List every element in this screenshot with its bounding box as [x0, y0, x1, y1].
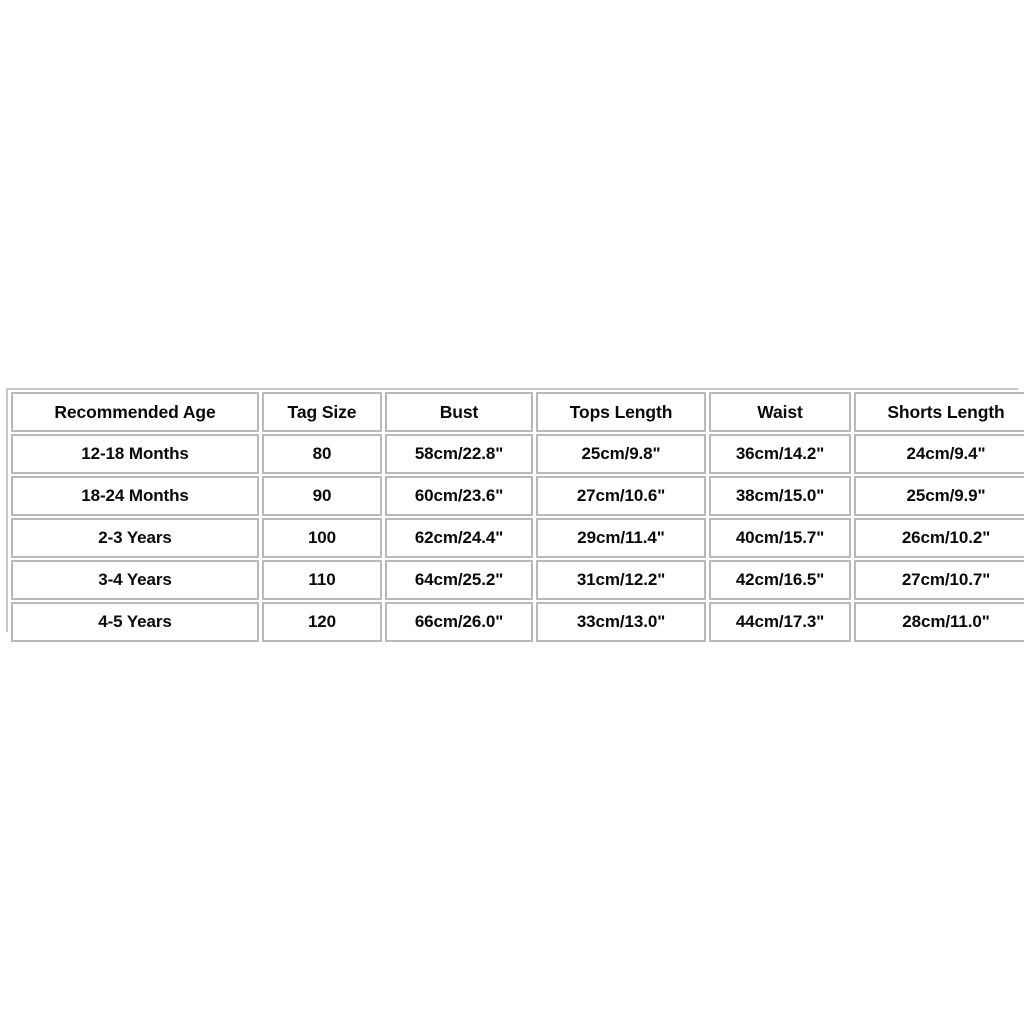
cell-shorts-length: 27cm/10.7" [854, 560, 1024, 600]
size-chart-table: Recommended Age Tag Size Bust Tops Lengt… [8, 390, 1024, 644]
column-header-waist: Waist [709, 392, 851, 432]
table-row: 18-24 Months 90 60cm/23.6" 27cm/10.6" 38… [11, 476, 1024, 516]
cell-shorts-length: 24cm/9.4" [854, 434, 1024, 474]
column-header-shorts-length: Shorts Length [854, 392, 1024, 432]
column-header-tag-size: Tag Size [262, 392, 382, 432]
cell-tag-size: 100 [262, 518, 382, 558]
cell-tag-size: 80 [262, 434, 382, 474]
cell-shorts-length: 28cm/11.0" [854, 602, 1024, 642]
table-row: 2-3 Years 100 62cm/24.4" 29cm/11.4" 40cm… [11, 518, 1024, 558]
cell-tops-length: 25cm/9.8" [536, 434, 706, 474]
table-row: 3-4 Years 110 64cm/25.2" 31cm/12.2" 42cm… [11, 560, 1024, 600]
cell-tag-size: 120 [262, 602, 382, 642]
cell-bust: 66cm/26.0" [385, 602, 533, 642]
table-header: Recommended Age Tag Size Bust Tops Lengt… [11, 392, 1024, 432]
column-header-bust: Bust [385, 392, 533, 432]
table-row: 4-5 Years 120 66cm/26.0" 33cm/13.0" 44cm… [11, 602, 1024, 642]
cell-recommended-age: 3-4 Years [11, 560, 259, 600]
size-chart-container: Recommended Age Tag Size Bust Tops Lengt… [6, 388, 1024, 644]
cell-recommended-age: 18-24 Months [11, 476, 259, 516]
cell-recommended-age: 2-3 Years [11, 518, 259, 558]
cell-waist: 40cm/15.7" [709, 518, 851, 558]
cell-tag-size: 110 [262, 560, 382, 600]
cell-waist: 44cm/17.3" [709, 602, 851, 642]
cell-tops-length: 31cm/12.2" [536, 560, 706, 600]
cell-waist: 36cm/14.2" [709, 434, 851, 474]
cell-bust: 60cm/23.6" [385, 476, 533, 516]
table-header-row: Recommended Age Tag Size Bust Tops Lengt… [11, 392, 1024, 432]
table-row: 12-18 Months 80 58cm/22.8" 25cm/9.8" 36c… [11, 434, 1024, 474]
cell-recommended-age: 12-18 Months [11, 434, 259, 474]
column-header-recommended-age: Recommended Age [11, 392, 259, 432]
table-body: 12-18 Months 80 58cm/22.8" 25cm/9.8" 36c… [11, 434, 1024, 642]
cell-tops-length: 33cm/13.0" [536, 602, 706, 642]
cell-tops-length: 29cm/11.4" [536, 518, 706, 558]
column-header-tops-length: Tops Length [536, 392, 706, 432]
cell-bust: 62cm/24.4" [385, 518, 533, 558]
cell-waist: 38cm/15.0" [709, 476, 851, 516]
cell-shorts-length: 26cm/10.2" [854, 518, 1024, 558]
cell-tops-length: 27cm/10.6" [536, 476, 706, 516]
cell-waist: 42cm/16.5" [709, 560, 851, 600]
cell-bust: 58cm/22.8" [385, 434, 533, 474]
cell-recommended-age: 4-5 Years [11, 602, 259, 642]
cell-tag-size: 90 [262, 476, 382, 516]
cell-shorts-length: 25cm/9.9" [854, 476, 1024, 516]
cell-bust: 64cm/25.2" [385, 560, 533, 600]
